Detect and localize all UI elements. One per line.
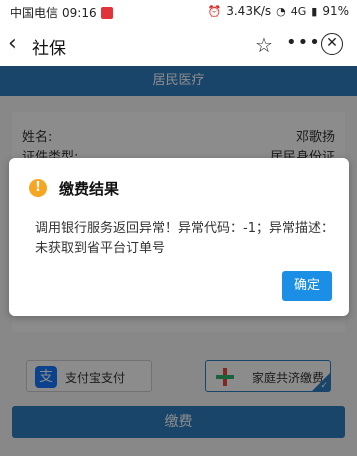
carrier-label: 中国电信 bbox=[10, 6, 59, 20]
status-bar-right: ⏰ 3.43K/s ◔ 4G ▮ 91% bbox=[208, 4, 349, 18]
star-icon[interactable]: ☆ bbox=[252, 32, 276, 58]
payment-result-dialog: ! 缴费结果 调用银行服务返回异常！异常代码：-1；异常描述：未获取到省平台订单… bbox=[9, 158, 349, 316]
back-icon[interactable]: ‹ bbox=[8, 32, 30, 58]
ok-button[interactable]: 确定 bbox=[282, 271, 332, 301]
dialog-message: 调用银行服务返回异常！异常代码：-1；异常描述：未获取到省平台订单号 bbox=[35, 221, 334, 256]
clock: 09:16 bbox=[62, 5, 97, 20]
signal-label: 4G bbox=[290, 4, 307, 18]
network-speed: 3.43K/s bbox=[226, 4, 272, 18]
close-icon[interactable]: ✕ bbox=[321, 33, 343, 55]
alarm-icon: ⏰ bbox=[207, 4, 222, 18]
page-title: 社保 bbox=[32, 39, 66, 59]
more-icon[interactable]: ••• bbox=[286, 32, 320, 58]
title-bar: ‹ 社保 ☆ ••• ✕ bbox=[0, 24, 357, 66]
battery-level: 91% bbox=[322, 4, 349, 18]
sim-notification-icon bbox=[100, 6, 113, 19]
warning-icon: ! bbox=[29, 179, 47, 197]
battery-icon: ▮ bbox=[311, 4, 318, 18]
status-bar-left: 中国电信 09:16 bbox=[10, 4, 113, 21]
dialog-title: 缴费结果 bbox=[59, 180, 120, 198]
wifi-icon: ◔ bbox=[276, 4, 286, 18]
status-bar: 中国电信 09:16 ⏰ 3.43K/s ◔ 4G ▮ 91% bbox=[0, 0, 357, 24]
